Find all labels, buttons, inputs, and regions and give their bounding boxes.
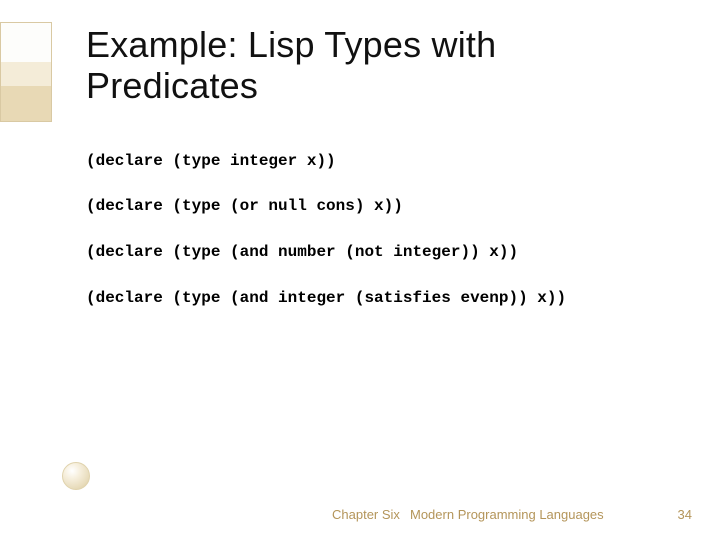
- code-line: (declare (type (and number (not integer)…: [86, 242, 672, 264]
- code-block: (declare (type integer x)) (declare (typ…: [86, 151, 672, 309]
- code-line: (declare (type (and integer (satisfies e…: [86, 288, 672, 310]
- slide-content: Example: Lisp Types with Predicates (dec…: [0, 0, 720, 540]
- footer-book: Modern Programming Languages: [410, 507, 604, 522]
- code-line: (declare (type integer x)): [86, 151, 672, 173]
- slide-title: Example: Lisp Types with Predicates: [86, 24, 672, 107]
- footer-page-number: 34: [678, 507, 692, 522]
- footer-chapter: Chapter Six: [332, 507, 400, 522]
- code-line: (declare (type (or null cons) x)): [86, 196, 672, 218]
